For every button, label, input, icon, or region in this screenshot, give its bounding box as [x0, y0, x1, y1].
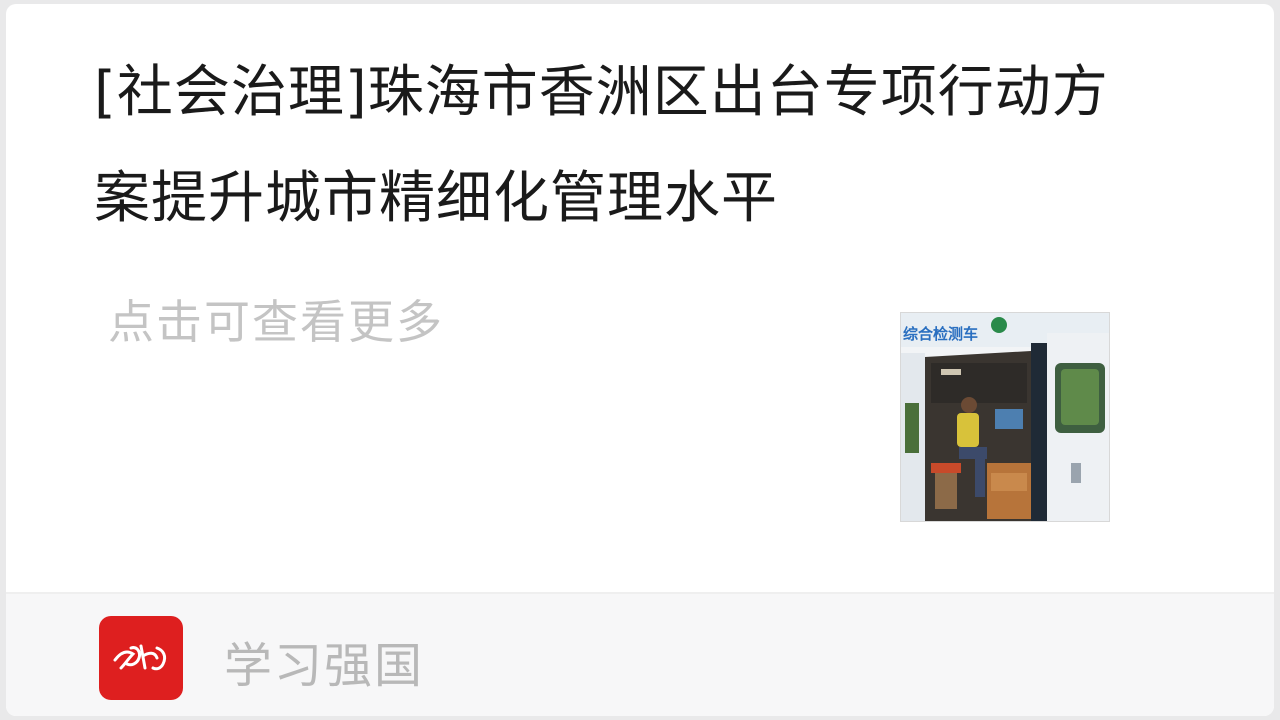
view-more-link[interactable]: 点击可查看更多 [108, 286, 444, 352]
source-name: 学习强国 [224, 638, 425, 694]
thumbnail-image: 综合检测车 [901, 313, 1109, 521]
xuexi-qiangguo-logo-icon [99, 616, 183, 700]
article-share-card[interactable]: [社会治理]珠海市香洲区出台专项行动方案提升城市精细化管理水平 点击可查看更多 … [6, 4, 1274, 716]
article-thumbnail[interactable]: 综合检测车 [900, 312, 1110, 522]
article-title[interactable]: [社会治理]珠海市香洲区出台专项行动方案提升城市精细化管理水平 [94, 40, 1154, 252]
thumbnail-caption: 综合检测车 [903, 325, 978, 343]
card-footer[interactable]: 学习强国 [6, 592, 1274, 716]
